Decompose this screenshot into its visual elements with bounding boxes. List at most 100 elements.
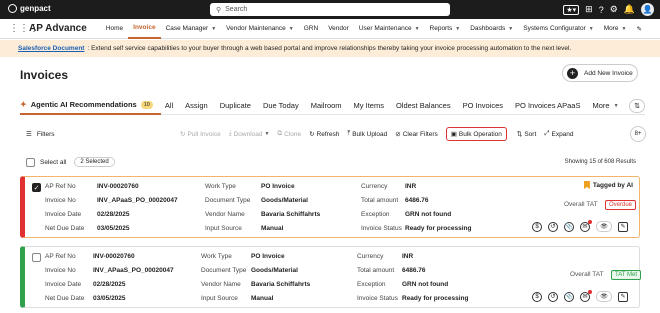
search-input[interactable]: ⚲ Search: [210, 3, 450, 16]
total-amount-value: 6486.76: [402, 267, 426, 274]
add-new-invoice-label: Add New Invoice: [584, 69, 633, 77]
edit-icon[interactable]: ✎: [618, 221, 628, 232]
swap-icon[interactable]: ⇅: [629, 99, 645, 113]
chevron-down-icon[interactable]: ▼: [211, 26, 216, 32]
nav-vendor[interactable]: Vendor: [323, 19, 354, 39]
tab-my-items[interactable]: My Items: [354, 97, 392, 115]
notifications-icon[interactable]: 🔔: [624, 4, 635, 15]
sync-icon[interactable]: ↺: [548, 221, 558, 232]
bulk-upload-button[interactable]: ⤒ Bulk Upload: [347, 130, 387, 138]
nav-vendor-maintenance[interactable]: Vendor Maintenance ▼: [221, 19, 299, 39]
tab-due-today[interactable]: Due Today: [263, 97, 307, 115]
expand-label: Expand: [551, 130, 574, 138]
edit-nav-icon[interactable]: ✎: [631, 19, 646, 39]
download-button[interactable]: ⤓ Download ▼: [229, 130, 270, 138]
clear-filters-button[interactable]: ⊘ Clear Filters: [395, 130, 438, 139]
nav-invoice[interactable]: Invoice: [128, 19, 161, 39]
tab-assign[interactable]: Assign: [185, 97, 216, 115]
mail-icon[interactable]: ✉: [580, 219, 592, 232]
download-label: Download: [233, 130, 263, 138]
chevron-down-icon[interactable]: ▼: [589, 26, 594, 32]
nav-grn[interactable]: GRN: [299, 19, 323, 39]
expand-button[interactable]: ⤢ Expand: [544, 130, 573, 138]
favorites-icon[interactable]: ★▾: [563, 4, 580, 15]
pull-invoice-button[interactable]: ↻ Pull Invoice: [180, 130, 221, 139]
bulk-operation-button[interactable]: ▣ Bulk Operation: [445, 127, 507, 141]
dollar-icon[interactable]: $: [532, 291, 542, 302]
chevron-down-icon[interactable]: ▼: [622, 26, 627, 32]
doc-type-value: Goods/Material: [251, 267, 298, 274]
sync-icon[interactable]: ↺: [548, 291, 558, 302]
input-source-value: Manual: [251, 295, 274, 302]
attachment-icon[interactable]: 📎: [564, 221, 574, 232]
overall-tat-label: Overall TAT: [564, 201, 598, 208]
tab-more[interactable]: More ▼: [592, 97, 626, 115]
refresh-button[interactable]: ↻ Refresh: [309, 130, 339, 139]
attachment-icon[interactable]: 📎: [564, 291, 574, 302]
more-count-button[interactable]: 8+: [630, 126, 646, 142]
nav-case-manager[interactable]: Case Manager ▼: [161, 19, 222, 39]
invoice-status-value: Ready for processing: [402, 295, 469, 302]
invoice-card[interactable]: AP Ref No INV-00020760 Invoice No INV_AP…: [20, 246, 642, 308]
field-label: Work Type: [201, 253, 232, 260]
select-all-checkbox[interactable]: [26, 157, 35, 167]
chevron-down-icon[interactable]: ▼: [508, 26, 513, 32]
sort-label: Sort: [524, 130, 537, 138]
add-icon[interactable]: ⊞: [585, 4, 593, 15]
filter-icon: ☰: [26, 131, 32, 138]
bulk-upload-label: Bulk Upload: [352, 130, 388, 138]
row-checkbox[interactable]: [32, 253, 41, 262]
nav-user-maintenance[interactable]: User Maintenance ▼: [354, 19, 425, 39]
nav-label: Invoice: [133, 24, 156, 31]
top-bar: genpact ⚲ Search ★▾ ⊞ ? ⚙ 🔔 👤: [0, 0, 660, 19]
app-launcher-icon[interactable]: ⋮⋮⋮: [9, 23, 39, 34]
nav-dashboards[interactable]: Dashboards ▼: [465, 19, 518, 39]
brand-name: genpact: [20, 4, 51, 13]
help-icon[interactable]: ?: [599, 5, 604, 15]
nav-label: Case Manager: [165, 25, 209, 32]
sort-button[interactable]: ⇅ Sort: [517, 130, 537, 139]
settings-icon[interactable]: ⚙: [610, 4, 618, 15]
mail-icon[interactable]: ✉: [580, 289, 592, 302]
nav-systems-configurator[interactable]: Systems Configurator ▼: [518, 19, 598, 39]
app-title: AP Advance: [29, 23, 87, 34]
tab-po-invoices-apaas[interactable]: PO Invoices APaaS: [515, 97, 588, 115]
chevron-down-icon[interactable]: ▼: [289, 26, 294, 32]
chevron-down-icon[interactable]: ▼: [415, 26, 420, 32]
row-checkbox[interactable]: ✓: [32, 183, 41, 192]
ap-ref-value[interactable]: INV-00020760: [93, 253, 135, 260]
tab-oldest-balances[interactable]: Oldest Balances: [396, 97, 459, 115]
total-amount-value: 6486.76: [405, 197, 429, 204]
chevron-down-icon[interactable]: ▼: [455, 26, 460, 32]
field-label: Exception: [361, 211, 390, 218]
exception-value: GRN not found: [405, 211, 452, 218]
nav-more[interactable]: More ▼: [599, 19, 632, 39]
invoice-no-value: INV_APaaS_PO_00020047: [97, 197, 178, 204]
invoice-card[interactable]: ✓ AP Ref No INV-00020760 Invoice No INV_…: [20, 176, 640, 238]
tab-duplicate[interactable]: Duplicate: [220, 97, 259, 115]
tab-agentic-ai[interactable]: ✦ Agentic AI Recommendations 10: [20, 97, 161, 115]
salesforce-document-link[interactable]: Salesforce Document: [18, 45, 84, 52]
input-source-value: Manual: [261, 225, 284, 232]
add-new-invoice-button[interactable]: + Add New Invoice: [562, 64, 638, 82]
tab-label: Oldest Balances: [395, 101, 451, 110]
clone-button[interactable]: ⧉ Clone: [277, 130, 301, 138]
view-icon[interactable]: 👁: [596, 221, 612, 232]
brand-logo[interactable]: genpact: [8, 4, 51, 13]
tab-all[interactable]: All: [165, 97, 181, 115]
user-avatar-icon[interactable]: 👤: [641, 3, 654, 16]
tab-label: Due Today: [262, 101, 299, 110]
field-label: Currency: [361, 183, 388, 190]
pull-icon: ↻: [180, 131, 186, 138]
edit-icon[interactable]: ✎: [618, 291, 628, 302]
nav-reports[interactable]: Reports ▼: [425, 19, 466, 39]
pull-invoice-label: Pull Invoice: [187, 130, 221, 138]
view-icon[interactable]: 👁: [596, 291, 612, 302]
expand-icon: ⤢: [544, 130, 550, 137]
tab-mailroom[interactable]: Mailroom: [311, 97, 350, 115]
nav-home[interactable]: Home: [101, 19, 128, 39]
tab-po-invoices[interactable]: PO Invoices: [463, 97, 511, 115]
dollar-icon[interactable]: $: [532, 221, 542, 232]
filters-button[interactable]: ☰ Filters: [26, 130, 55, 139]
ap-ref-value[interactable]: INV-00020760: [97, 183, 139, 190]
